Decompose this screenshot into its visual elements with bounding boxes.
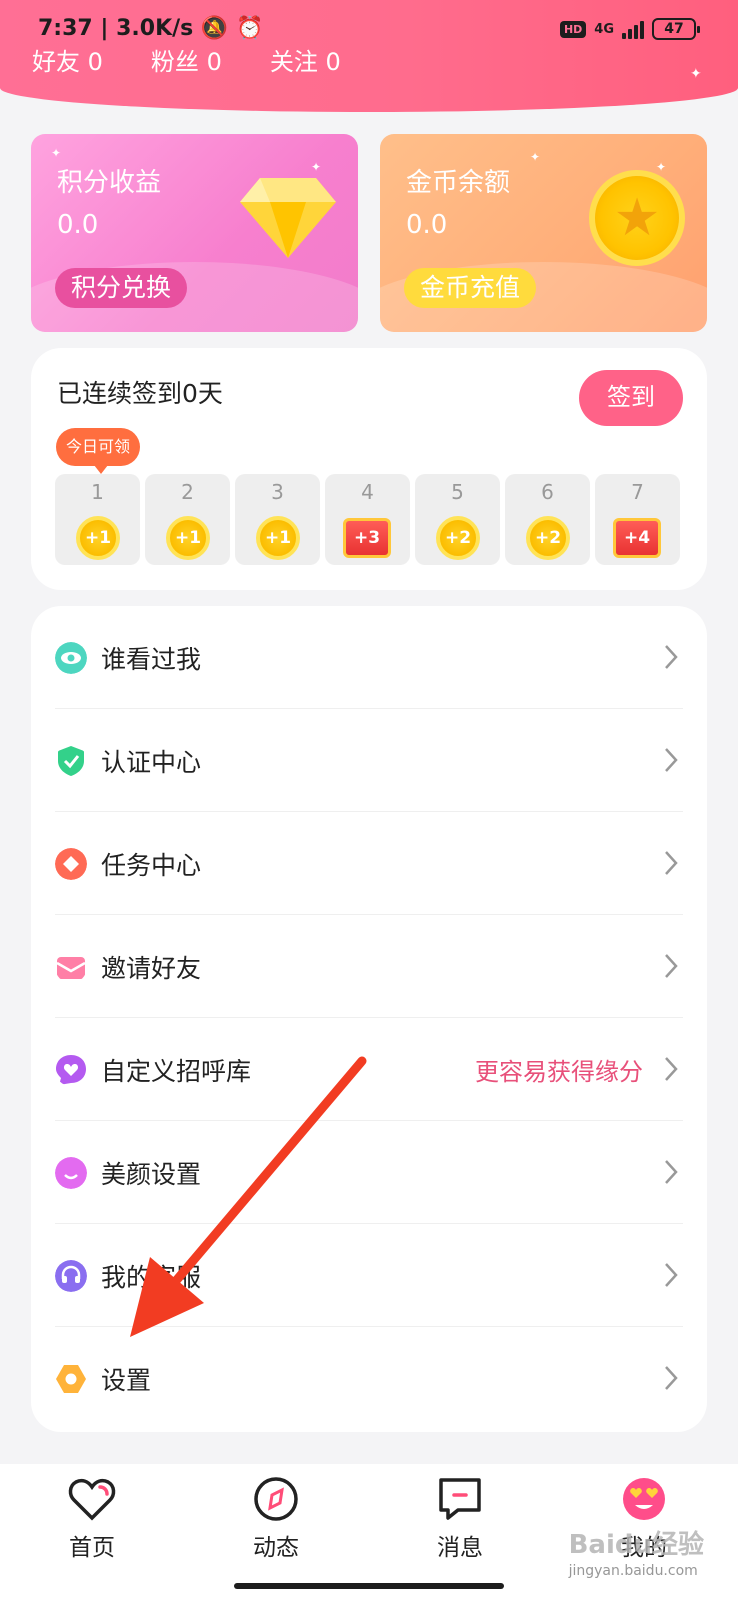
hexagon-gear-icon <box>56 1365 86 1393</box>
sparkle-icon: ✦ <box>311 160 322 174</box>
tab-moments[interactable]: 动态 <box>216 1476 336 1562</box>
sign-in-day[interactable]: 5 +2 <box>415 474 500 565</box>
sign-in-day[interactable]: 6 +2 <box>505 474 590 565</box>
points-title: 积分收益 <box>57 168 162 198</box>
chevron-right-icon <box>665 954 678 978</box>
eye-icon <box>55 642 87 674</box>
coin-value: 0.0 <box>406 210 448 240</box>
stat-following[interactable]: 关注 0 <box>270 42 341 77</box>
menu-item-invite[interactable]: 邀请好友 <box>55 915 683 1018</box>
hd-badge: HD <box>559 20 587 38</box>
signal-icon <box>622 19 644 39</box>
sparkle-icon: ✦ <box>51 146 62 160</box>
wallet-cards: ✦ ✦ 积分收益 0.0 积分兑换 ✦ ✦ 金币余额 0.0 金币充值 ★ <box>31 134 707 332</box>
chevron-right-icon <box>665 645 678 669</box>
menu-item-hint: 更容易获得缘分 <box>475 1058 643 1086</box>
diamond-icon <box>240 178 336 258</box>
points-exchange-button[interactable]: 积分兑换 <box>55 268 188 308</box>
stat-fans[interactable]: 粉丝 0 <box>151 42 222 77</box>
sparkle-icon: ✦ <box>656 160 667 174</box>
menu-item-label: 邀请好友 <box>101 954 202 983</box>
profile-stats: 好友 0 粉丝 0 关注 0 <box>32 42 341 77</box>
sign-in-card: 已连续签到0天 签到 今日可领 1 +1 2 +1 3 +1 4 +3 5 +2 6 +2 … <box>31 348 707 590</box>
love-face-icon <box>623 1478 665 1520</box>
coin-reward-icon: +1 <box>166 516 210 560</box>
task-diamond-icon <box>55 848 87 880</box>
heart-chat-icon <box>56 1055 86 1085</box>
today-claimable-tip: 今日可领 <box>56 428 141 474</box>
treasure-chest-icon: +4 <box>613 518 661 558</box>
tab-label: 消息 <box>437 1535 483 1561</box>
menu-item-verification[interactable]: 认证中心 <box>55 709 683 812</box>
coin-card[interactable]: ✦ ✦ 金币余额 0.0 金币充值 ★ <box>380 134 707 332</box>
coin-reward-icon: +2 <box>436 516 480 560</box>
chevron-right-icon <box>665 1160 678 1184</box>
menu-item-visitors[interactable]: 谁看过我 <box>55 606 683 709</box>
sign-in-button[interactable]: 签到 <box>579 370 683 426</box>
tab-messages[interactable]: 消息 <box>400 1476 520 1562</box>
chevron-right-icon <box>665 1057 678 1081</box>
profile-header: ✦ 7:37 | 3.0K/s 🔕 ⏰ HD 4G 47 好友 0 粉丝 0 关… <box>0 0 738 112</box>
menu-item-label: 设置 <box>101 1366 152 1395</box>
compass-icon <box>254 1477 298 1521</box>
home-indicator[interactable] <box>234 1583 504 1589</box>
baidu-watermark: Baidu经验 jingyan.baidu.com <box>568 1530 704 1579</box>
coin-reward-icon: +2 <box>526 516 570 560</box>
chevron-right-icon <box>665 1263 678 1287</box>
battery-indicator: 47 <box>652 18 700 40</box>
sign-in-day[interactable]: 7 +4 <box>595 474 680 565</box>
menu-item-label: 谁看过我 <box>101 645 202 674</box>
sign-in-days: 1 +1 2 +1 3 +1 4 +3 5 +2 6 +2 7 +4 <box>55 474 680 565</box>
treasure-chest-icon: +3 <box>343 518 391 558</box>
stat-friends[interactable]: 好友 0 <box>32 42 103 77</box>
shield-check-icon <box>58 746 84 776</box>
status-time: 7:37 | 3.0K/s 🔕 ⏰ <box>38 16 264 41</box>
sign-in-day[interactable]: 3 +1 <box>235 474 320 565</box>
chevron-right-icon <box>665 748 678 772</box>
menu-item-label: 认证中心 <box>101 748 202 777</box>
coin-title: 金币余额 <box>406 168 511 198</box>
points-value: 0.0 <box>57 210 99 240</box>
sign-in-streak: 已连续签到0天 <box>57 379 223 408</box>
network-type: 4G <box>594 21 614 37</box>
sparkle-icon: ✦ <box>690 66 702 82</box>
envelope-icon <box>56 957 86 979</box>
tab-label: 首页 <box>69 1535 115 1561</box>
sparkle-icon: ✦ <box>530 150 541 164</box>
tab-label: 动态 <box>253 1535 299 1561</box>
menu-item-tasks[interactable]: 任务中心 <box>55 812 683 915</box>
message-icon <box>439 1478 481 1520</box>
smile-icon <box>55 1157 87 1189</box>
chevron-right-icon <box>665 851 678 875</box>
points-card[interactable]: ✦ ✦ 积分收益 0.0 积分兑换 <box>31 134 358 332</box>
coin-reward-icon: +1 <box>76 516 120 560</box>
sign-in-day[interactable]: 2 +1 <box>145 474 230 565</box>
headset-icon <box>55 1260 87 1292</box>
status-icons: HD 4G 47 <box>559 18 700 40</box>
heart-outline-icon <box>68 1478 116 1521</box>
tab-home[interactable]: 首页 <box>32 1476 152 1562</box>
sign-in-day[interactable]: 1 +1 <box>55 474 140 565</box>
menu-item-label: 任务中心 <box>101 851 202 880</box>
coin-recharge-button[interactable]: 金币充值 <box>404 268 537 308</box>
sign-in-day[interactable]: 4 +3 <box>325 474 410 565</box>
gold-coin-icon: ★ <box>589 170 685 266</box>
chevron-right-icon <box>665 1366 678 1390</box>
coin-reward-icon: +1 <box>256 516 300 560</box>
red-arrow-annotation <box>130 1056 367 1337</box>
